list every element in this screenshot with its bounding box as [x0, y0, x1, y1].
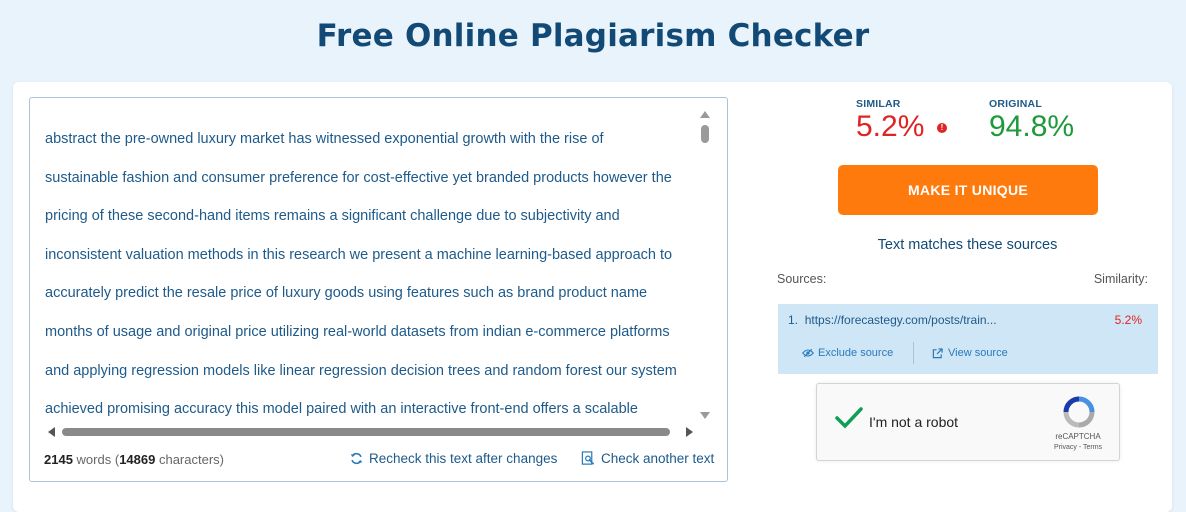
recaptcha-label: I'm not a robot [869, 414, 959, 430]
new-document-icon [581, 451, 595, 465]
text-line: pricing of these second-hand items remai… [45, 208, 620, 225]
recaptcha-brand: reCAPTCHA [1055, 432, 1101, 441]
recaptcha-logo-icon [1063, 396, 1095, 428]
source-similarity: 5.2% [1114, 313, 1142, 327]
text-input-panel[interactable]: abstract the pre-owned luxury market has… [29, 97, 728, 482]
similarity-column-label: Similarity: [1093, 272, 1148, 286]
exclude-source-link[interactable]: Exclude source [802, 347, 893, 359]
text-line: sustainable fashion and consumer prefere… [45, 169, 672, 186]
alert-icon[interactable]: ! [937, 123, 947, 133]
word-count: 2145 words (14869 characters) [44, 452, 225, 467]
similar-percentage: 5.2% [856, 110, 925, 143]
view-source-link[interactable]: View source [932, 347, 1008, 359]
page-title: Free Online Plagiarism Checker [316, 18, 870, 54]
external-link-icon [932, 347, 943, 358]
check-another-label: Check another text [601, 451, 715, 466]
exclude-source-label: Exclude source [818, 347, 894, 359]
source-link[interactable]: 1. https://forecastegy.com/posts/train..… [788, 313, 997, 327]
make-it-unique-button[interactable]: MAKE IT UNIQUE [838, 165, 1098, 215]
words-label: words [76, 452, 112, 467]
word-count-value: 2145 [44, 452, 73, 467]
scroll-right-arrow[interactable] [686, 427, 693, 437]
text-line: and applying regression models like line… [45, 362, 677, 379]
scroll-down-arrow[interactable] [700, 412, 710, 419]
matches-heading: Text matches these sources [877, 237, 1058, 253]
source-row[interactable]: 1. https://forecastegy.com/posts/train..… [778, 304, 1158, 374]
view-source-label: View source [948, 347, 1008, 359]
source-index: 1. [788, 313, 799, 327]
chars-label: characters [158, 452, 220, 467]
text-line: months of usage and original price utili… [45, 323, 670, 340]
text-line: achieved promising accuracy this model p… [45, 401, 638, 418]
original-label: ORIGINAL [989, 98, 1042, 110]
checkmark-icon[interactable] [835, 406, 863, 430]
recaptcha-terms-link[interactable]: Privacy - Terms [1045, 444, 1111, 451]
vertical-scrollbar-thumb[interactable] [701, 125, 709, 143]
text-content[interactable]: abstract the pre-owned luxury market has… [45, 120, 695, 429]
recaptcha-widget[interactable]: I'm not a robot reCAPTCHA Privacy - Term… [816, 383, 1120, 461]
horizontal-scrollbar-thumb[interactable] [62, 428, 670, 436]
recheck-label: Recheck this text after changes [369, 451, 558, 466]
check-another-link[interactable]: Check another text [581, 451, 714, 466]
sources-column-label: Sources: [777, 272, 827, 286]
text-line: accurately predict the resale price of l… [45, 285, 648, 302]
source-url: https://forecastegy.com/posts/train... [804, 313, 997, 327]
scroll-up-arrow[interactable] [700, 111, 710, 118]
divider [913, 342, 914, 364]
char-count-value: 14869 [119, 452, 156, 467]
text-line: abstract the pre-owned luxury market has… [45, 131, 604, 147]
refresh-icon [350, 452, 363, 465]
recheck-link[interactable]: Recheck this text after changes [350, 451, 557, 466]
original-percentage: 94.8% [989, 110, 1075, 143]
scroll-left-arrow[interactable] [48, 427, 55, 437]
eye-slash-icon [802, 348, 814, 358]
similar-label: SIMILAR [856, 98, 901, 110]
text-line: inconsistent valuation methods in this r… [45, 246, 673, 263]
